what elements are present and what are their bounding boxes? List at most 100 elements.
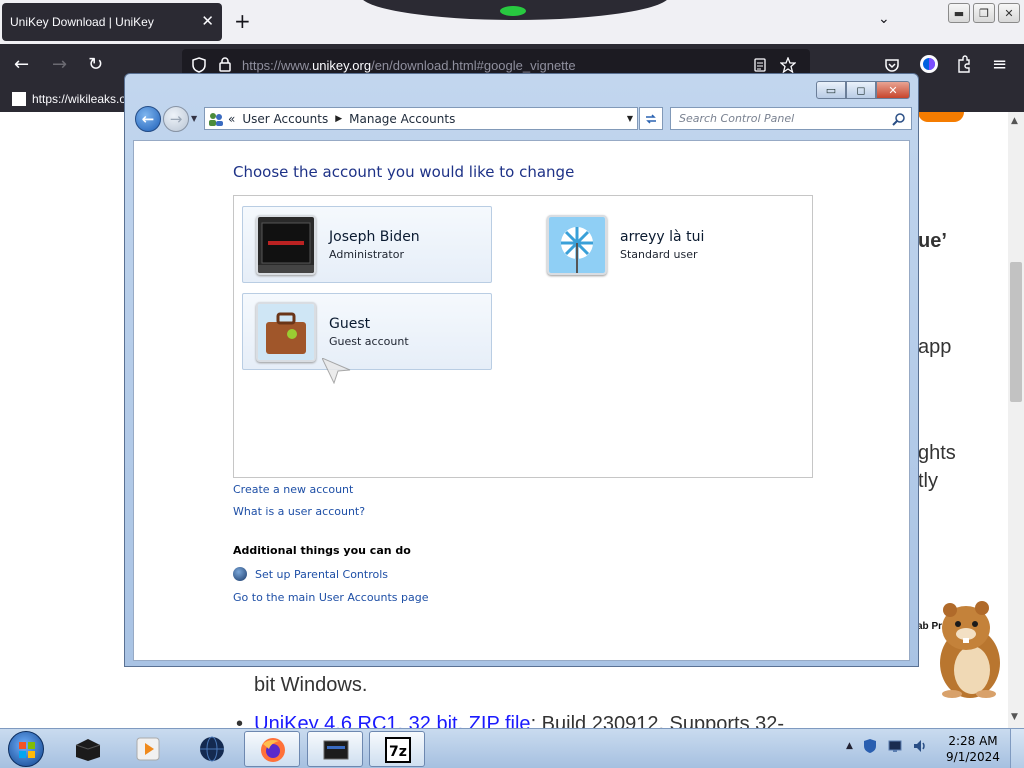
taskbar-app-box[interactable]: [60, 731, 116, 767]
account-name: Guest: [329, 316, 371, 332]
back-button[interactable]: ←: [14, 54, 29, 75]
taskbar-app-firefox[interactable]: [244, 731, 300, 767]
show-desktop-button[interactable]: [1010, 729, 1024, 768]
forward-arrow-icon[interactable]: →: [163, 106, 189, 132]
browser-window-controls: ▬ ❐ ✕: [948, 3, 1020, 23]
taskbar-clock[interactable]: 2:28 AM 9/1/2024: [940, 733, 1006, 765]
maximize-button[interactable]: ◻: [846, 81, 876, 99]
browser-tab-bar: UniKey Download | UniKey ✕ + ⌄ ▬ ❐ ✕: [0, 0, 1024, 44]
page-title: Choose the account you would like to cha…: [233, 163, 575, 181]
account-picture: [256, 215, 316, 275]
url-domain: unikey.org: [312, 57, 372, 73]
taskbar-app-globe[interactable]: [184, 731, 240, 767]
back-arrow-icon[interactable]: ←: [135, 106, 161, 132]
control-panel-window: ▭ ◻ ✕ ← → ▼ « User Accounts ▶ Manage Acc…: [124, 73, 919, 667]
browser-minimize-button[interactable]: ▬: [948, 3, 970, 23]
browser-tab-unikey[interactable]: UniKey Download | UniKey ✕: [2, 3, 222, 41]
window-caption-buttons: ▭ ◻ ✕: [816, 81, 910, 99]
taskbar-app-media-player[interactable]: [120, 731, 176, 767]
refresh-button[interactable]: [639, 107, 663, 130]
network-icon[interactable]: [887, 738, 903, 754]
terminal-picture-icon: [258, 217, 314, 273]
orange-banner-edge: [918, 112, 964, 122]
address-bar[interactable]: « User Accounts ▶ Manage Accounts ▼: [204, 107, 638, 130]
close-button[interactable]: ✕: [876, 81, 910, 99]
menu-icon[interactable]: ≡: [992, 54, 1007, 75]
browser-restore-button[interactable]: ❐: [973, 3, 995, 23]
account-type: Guest account: [329, 335, 409, 348]
breadcrumb-manage-accounts[interactable]: Manage Accounts: [349, 112, 455, 126]
tab-close-icon[interactable]: ✕: [201, 12, 214, 30]
minimize-button[interactable]: ▭: [816, 81, 846, 99]
box-icon: [75, 739, 101, 761]
globe-icon: [200, 736, 224, 762]
bookmark-wikileaks[interactable]: https://wikileaks.o: [32, 92, 126, 106]
extensions-icon[interactable]: [956, 55, 972, 73]
search-placeholder: Search Control Panel: [679, 112, 795, 125]
pinwheel-picture-icon: [549, 217, 605, 273]
create-account-link[interactable]: Create a new account: [233, 483, 353, 496]
reader-view-icon[interactable]: [754, 58, 766, 72]
address-dropdown-icon[interactable]: ▼: [627, 114, 633, 123]
lock-icon[interactable]: [219, 57, 231, 72]
search-icon[interactable]: [892, 112, 906, 126]
what-is-user-account-link[interactable]: What is a user account?: [233, 505, 365, 518]
account-icon[interactable]: [918, 53, 940, 75]
page-scrollbar[interactable]: ▲ ▼: [1008, 112, 1024, 728]
list-tabs-icon[interactable]: ⌄: [878, 11, 890, 27]
url-prefix: https://www.: [242, 57, 313, 73]
account-tile-guest[interactable]: Guest Guest account: [242, 293, 492, 370]
main-user-accounts-link[interactable]: Go to the main User Accounts page: [233, 591, 429, 604]
security-shield-icon[interactable]: [862, 738, 878, 754]
pocket-icon[interactable]: [884, 57, 900, 73]
reload-button[interactable]: ↻: [88, 54, 103, 75]
windows-logo-icon: [19, 742, 35, 758]
accounts-list: Joseph Biden Administrator arreyy là tui…: [233, 195, 813, 478]
page-text-fragment: ghts: [918, 442, 956, 464]
search-control-panel-input[interactable]: Search Control Panel: [670, 107, 912, 130]
terminal-icon: [323, 740, 349, 760]
wikileaks-favicon-icon: [12, 92, 26, 106]
taskbar-app-7zip[interactable]: 7z: [369, 731, 425, 767]
taskbar-app-control-panel[interactable]: [307, 731, 363, 767]
download-link-zip[interactable]: UniKey 4.6 RC1, 32 bit, ZIP file: [254, 713, 530, 728]
breadcrumb-user-accounts[interactable]: User Accounts: [242, 112, 328, 126]
volume-icon[interactable]: [912, 738, 928, 754]
account-picture: [547, 215, 607, 275]
refresh-icon: [646, 113, 656, 124]
suitcase-picture-icon: [258, 304, 314, 360]
tab-title: UniKey Download | UniKey: [10, 15, 154, 29]
account-tile-joseph-biden[interactable]: Joseph Biden Administrator: [242, 206, 492, 283]
content-pane: Choose the account you would like to cha…: [133, 140, 910, 661]
star-icon[interactable]: [780, 57, 796, 73]
page-bullet-item: • UniKey 4.6 RC1, 32 bit, ZIP file: Buil…: [236, 713, 784, 728]
scroll-down-icon[interactable]: ▼: [1011, 712, 1018, 722]
mouse-cursor-icon: [322, 358, 351, 384]
parental-controls-icon: [233, 567, 247, 581]
7zip-icon: 7z: [385, 737, 411, 763]
taskbar: 7z ▲ 2:28 AM 9/1/2024: [0, 728, 1024, 768]
shield-icon[interactable]: [192, 57, 206, 73]
parental-controls-link[interactable]: Set up Parental Controls: [255, 568, 388, 581]
start-button[interactable]: [8, 731, 44, 767]
clock-date: 9/1/2024: [946, 750, 1000, 764]
browser-close-button[interactable]: ✕: [998, 3, 1020, 23]
scroll-up-icon[interactable]: ▲: [1011, 116, 1018, 126]
new-tab-button[interactable]: +: [234, 9, 251, 33]
bullet-description: : Build 230912. Supports 32-: [530, 713, 785, 728]
clock-time: 2:28 AM: [948, 734, 998, 748]
account-name: arreyy là tui: [620, 229, 705, 245]
breadcrumb-overflow[interactable]: «: [228, 112, 235, 126]
forward-button[interactable]: →: [52, 54, 67, 75]
account-name: Joseph Biden: [329, 229, 420, 245]
breadcrumb-separator-icon[interactable]: ▶: [335, 114, 342, 124]
hamster-mascot-icon[interactable]: [930, 598, 1010, 700]
page-text-fragment: app: [918, 336, 952, 358]
firefox-icon: [261, 738, 285, 762]
account-tile-arreyy-la-tui[interactable]: arreyy là tui Standard user: [533, 206, 783, 283]
scroll-thumb[interactable]: [1010, 262, 1022, 402]
bullet-dot: •: [236, 713, 255, 728]
tray-expand-icon[interactable]: ▲: [846, 741, 853, 751]
recent-pages-dropdown-icon[interactable]: ▼: [191, 114, 197, 123]
user-accounts-icon: [209, 112, 223, 126]
